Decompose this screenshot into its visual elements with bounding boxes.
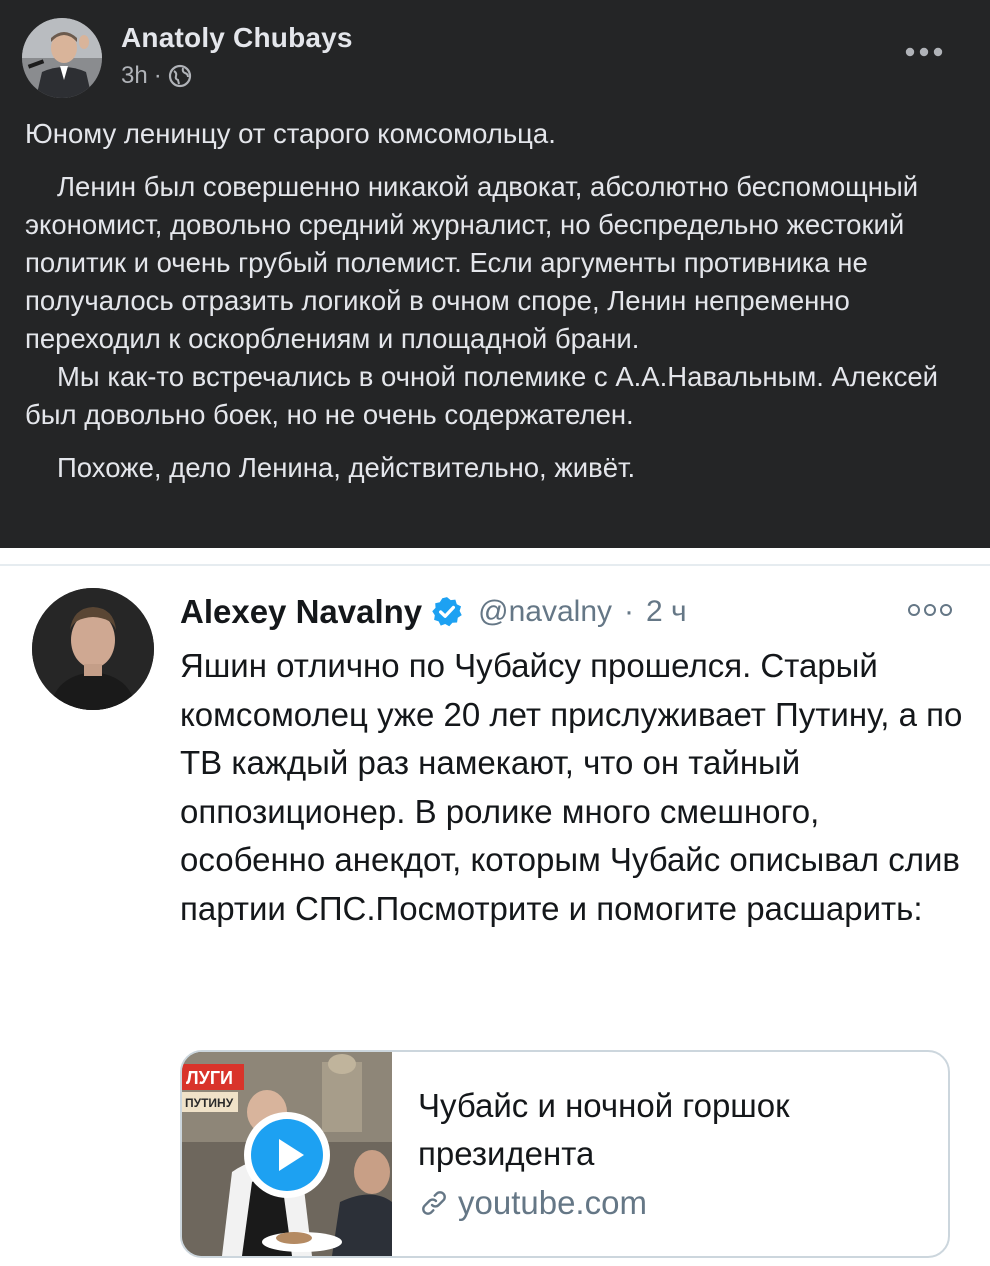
more-options-icon[interactable] <box>904 40 944 64</box>
tweet-time[interactable]: 2 ч <box>646 595 687 629</box>
thumbnail-caption-1: ЛУГИ <box>186 1068 233 1088</box>
post-paragraph: Похоже, дело Ленина, действительно, живё… <box>57 452 636 483</box>
facebook-post: Anatoly Chubays 3h · Юному ленинцу от ст… <box>0 0 990 548</box>
tweet-text: Яшин отлично по Чубайсу прошелся. Старый… <box>180 647 963 927</box>
author-avatar[interactable] <box>22 18 102 98</box>
thumbnail-caption-2: ПУТИНУ <box>185 1096 234 1110</box>
tweet-handle[interactable]: @navalny <box>478 595 612 629</box>
post-text: Юному ленинцу от старого комсомольца. Ле… <box>25 115 975 487</box>
author-name[interactable]: Anatoly Chubays <box>121 22 353 54</box>
card-domain: youtube.com <box>458 1184 647 1221</box>
video-thumbnail[interactable]: ЛУГИ ПУТИНУ <box>182 1052 392 1256</box>
post-time[interactable]: 3h <box>121 62 148 90</box>
verified-badge-icon <box>432 597 462 627</box>
link-preview-card[interactable]: ЛУГИ ПУТИНУ Чубайс и ночной горшок прези… <box>180 1050 950 1258</box>
post-paragraph: Мы как-то встречались в очной полемике с… <box>25 361 938 430</box>
card-link[interactable]: youtube.com <box>418 1184 647 1222</box>
globe-icon[interactable] <box>168 64 192 88</box>
play-button-icon[interactable] <box>242 1110 332 1200</box>
tweet-separator: · <box>624 595 635 628</box>
tweet-top-divider <box>0 564 990 566</box>
post-paragraph: Юному ленинцу от старого комсомольца. <box>25 118 556 149</box>
post-meta: 3h · <box>121 62 192 90</box>
tweet-author-name[interactable]: Alexey Navalny <box>180 593 422 631</box>
tweet-more-icon[interactable] <box>906 602 954 618</box>
post-paragraph: Ленин был совершенно никакой адвокат, аб… <box>25 171 919 354</box>
meta-separator: · <box>153 62 162 89</box>
tweet-avatar[interactable] <box>32 588 154 710</box>
card-title[interactable]: Чубайс и ночной горшок президента <box>418 1082 918 1178</box>
link-icon <box>422 1191 446 1215</box>
tweet-header: Alexey Navalny @navalny · 2 ч <box>180 590 687 634</box>
